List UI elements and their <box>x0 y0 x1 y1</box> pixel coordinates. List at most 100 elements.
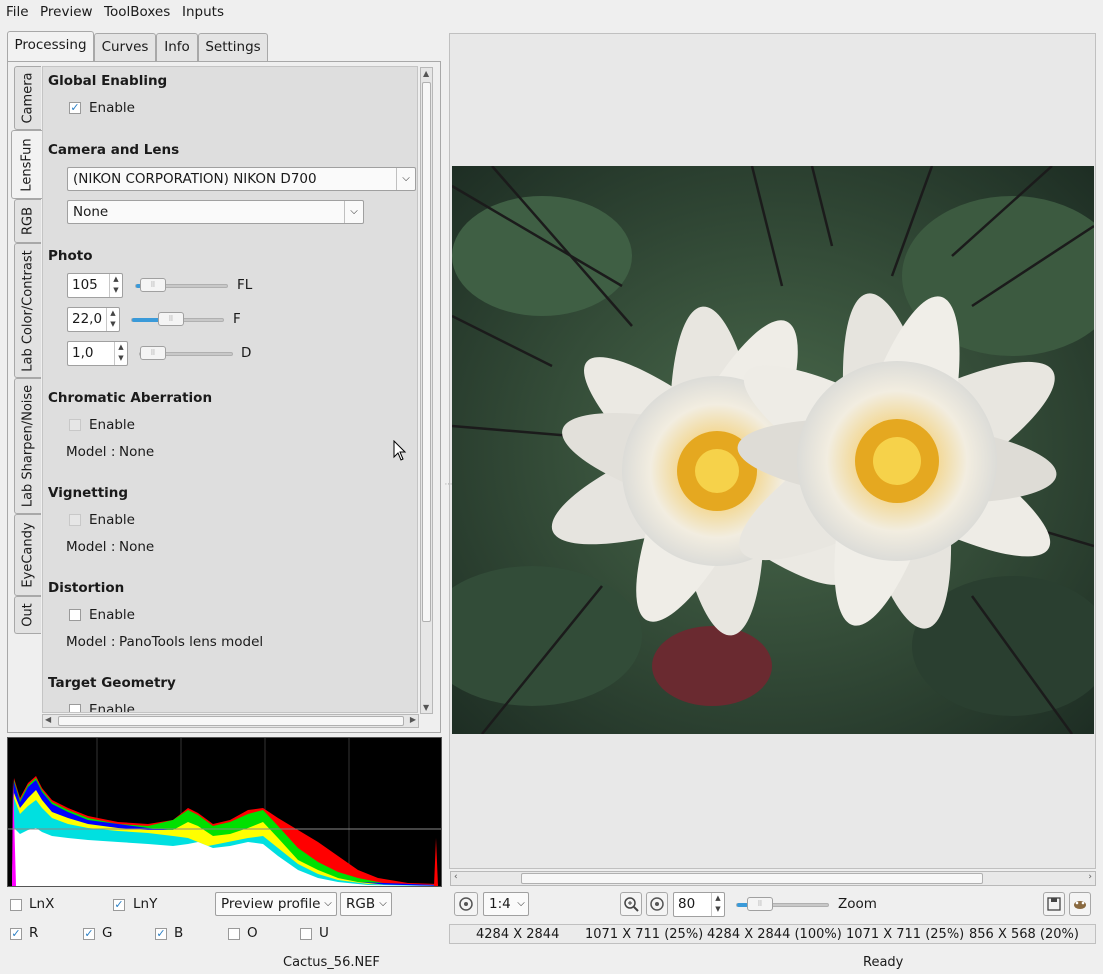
lnx-checkbox[interactable] <box>10 899 22 911</box>
distance-spinbox[interactable]: 1,0 ▲ ▼ <box>67 341 128 366</box>
channel-b-label: B <box>174 925 184 941</box>
side-tab-camera[interactable]: Camera <box>14 66 41 130</box>
zoom-slider[interactable]: ⠿ <box>736 897 829 911</box>
distortion-enable-label: Enable <box>89 607 135 623</box>
side-tab-eyecandy[interactable]: EyeCandy <box>14 514 41 596</box>
channel-r-checkbox[interactable]: ✓ <box>10 928 22 940</box>
side-tab-lab-sharpen[interactable]: Lab Sharpen/Noise <box>14 378 41 514</box>
chromatic-aberration-heading: Chromatic Aberration <box>48 390 213 406</box>
chevron-down-icon: ⌵ <box>517 898 525 909</box>
slider-handle[interactable]: ⠿ <box>158 312 184 326</box>
distortion-model-label: Model : <box>66 634 116 650</box>
focal-length-slider[interactable]: ⠿ <box>135 278 228 292</box>
aperture-label: F <box>233 311 241 327</box>
photo-heading: Photo <box>48 248 93 264</box>
side-tab-rgb[interactable]: RGB <box>14 199 41 243</box>
fit-button[interactable] <box>454 892 478 916</box>
target-enable-checkbox[interactable] <box>69 704 81 712</box>
spin-arrows-icon[interactable]: ▲ ▼ <box>711 893 724 916</box>
mouse-cursor-icon <box>393 440 407 461</box>
spin-arrows-icon[interactable]: ▲ ▼ <box>114 342 127 365</box>
menu-toolboxes[interactable]: ToolBoxes <box>104 4 170 20</box>
tab-processing[interactable]: Processing <box>7 31 94 62</box>
global-enable-checkbox[interactable]: ✓ <box>69 102 81 114</box>
lny-checkbox[interactable]: ✓ <box>113 899 125 911</box>
lens-select-value: None <box>73 204 109 220</box>
slider-handle[interactable]: ⠿ <box>140 278 166 292</box>
lens-select[interactable]: None ⌵ <box>67 200 364 224</box>
aperture-spinbox[interactable]: 22,0 ▲ ▼ <box>67 307 120 332</box>
menu-inputs[interactable]: Inputs <box>182 4 224 20</box>
spin-arrows-icon[interactable]: ▲ ▼ <box>106 308 119 331</box>
channel-g-label: G <box>102 925 113 941</box>
distance-label: D <box>241 345 252 361</box>
channel-b-checkbox[interactable]: ✓ <box>155 928 167 940</box>
menu-bar: File Preview ToolBoxes Inputs <box>0 0 1103 25</box>
camera-select[interactable]: (NIKON CORPORATION) NIKON D700 ⌵ <box>67 167 416 191</box>
spin-arrows-icon[interactable]: ▲ ▼ <box>109 274 122 297</box>
preview-horizontal-scrollbar[interactable]: ‹ › <box>450 871 1096 886</box>
slider-handle[interactable]: ⠿ <box>747 897 773 911</box>
save-icon <box>1047 897 1061 911</box>
splitter-handle[interactable]: ⋮ <box>444 480 453 488</box>
arrow-down-icon[interactable]: ▼ <box>423 703 429 712</box>
preview-profile-value: Preview profile <box>221 896 321 912</box>
tab-settings[interactable]: Settings <box>198 33 268 61</box>
zoom-label: Zoom <box>838 896 877 912</box>
channel-u-checkbox[interactable] <box>300 928 312 940</box>
side-tab-lab-color[interactable]: Lab Color/Contrast <box>14 243 41 378</box>
save-button[interactable] <box>1043 892 1065 916</box>
status-crop-size: 4284 X 2844 (100%) <box>707 927 842 942</box>
vignetting-enable-checkbox[interactable] <box>69 514 81 526</box>
zoom-value: 80 <box>678 896 696 912</box>
chevron-down-icon: ⌵ <box>344 201 363 223</box>
menu-preview[interactable]: Preview <box>40 4 93 20</box>
gimp-icon <box>1074 901 1086 909</box>
channel-o-checkbox[interactable] <box>228 928 240 940</box>
zoom-spinbox[interactable]: 80 ▲ ▼ <box>673 892 725 917</box>
distance-slider[interactable]: ⠿ <box>139 346 233 360</box>
zoom-in-icon <box>624 897 639 912</box>
focal-length-spinbox[interactable]: 105 ▲ ▼ <box>67 273 123 298</box>
tab-curves[interactable]: Curves <box>94 33 156 61</box>
arrow-right-icon[interactable]: ▶ <box>410 715 416 724</box>
preview-photo[interactable] <box>452 166 1094 734</box>
channel-g-checkbox[interactable]: ✓ <box>83 928 95 940</box>
channel-r-label: R <box>29 925 39 941</box>
zoom-fit-button[interactable] <box>646 892 668 916</box>
zoom-fit-icon <box>650 897 664 911</box>
arrow-up-icon[interactable]: ▲ <box>423 69 429 78</box>
arrow-left-icon[interactable]: ‹ <box>454 872 458 882</box>
camera-lens-heading: Camera and Lens <box>48 142 180 158</box>
scale-select[interactable]: 1:4 ⌵ <box>483 892 529 916</box>
scrollbar-thumb[interactable] <box>58 716 404 726</box>
zoom-in-button[interactable] <box>620 892 642 916</box>
arrow-right-icon[interactable]: › <box>1088 872 1092 882</box>
chevron-down-icon: ⌵ <box>324 898 332 909</box>
menu-file[interactable]: File <box>6 4 29 20</box>
distance-value: 1,0 <box>72 345 94 361</box>
status-output-size: 856 X 568 (20%) <box>969 927 1079 942</box>
distortion-heading: Distortion <box>48 580 125 596</box>
channel-o-label: O <box>247 925 258 941</box>
preview-profile-select[interactable]: Preview profile ⌵ <box>215 892 337 916</box>
settings-vertical-scrollbar[interactable]: ▲ ▼ <box>420 67 433 714</box>
histogram-mode-select[interactable]: RGB ⌵ <box>340 892 392 916</box>
distortion-enable-checkbox[interactable] <box>69 609 81 621</box>
focal-length-label: FL <box>237 277 253 293</box>
chromatic-enable-checkbox[interactable] <box>69 419 81 431</box>
aperture-slider[interactable]: ⠿ <box>131 312 224 326</box>
status-preview-size: 1071 X 711 (25%) <box>585 927 704 942</box>
side-tab-lensfun[interactable]: LensFun <box>11 130 42 199</box>
global-enabling-heading: Global Enabling <box>48 73 168 89</box>
status-state: Ready <box>863 955 904 970</box>
global-enable-label: Enable <box>89 100 135 116</box>
tab-info[interactable]: Info <box>156 33 198 61</box>
scrollbar-thumb[interactable] <box>521 873 983 884</box>
side-tab-out[interactable]: Out <box>14 596 41 634</box>
slider-handle[interactable]: ⠿ <box>140 346 166 360</box>
scrollbar-thumb[interactable] <box>422 82 431 622</box>
gimp-button[interactable] <box>1069 892 1091 916</box>
arrow-left-icon[interactable]: ◀ <box>45 715 51 724</box>
settings-horizontal-scrollbar[interactable]: ◀ ▶ <box>42 714 419 728</box>
